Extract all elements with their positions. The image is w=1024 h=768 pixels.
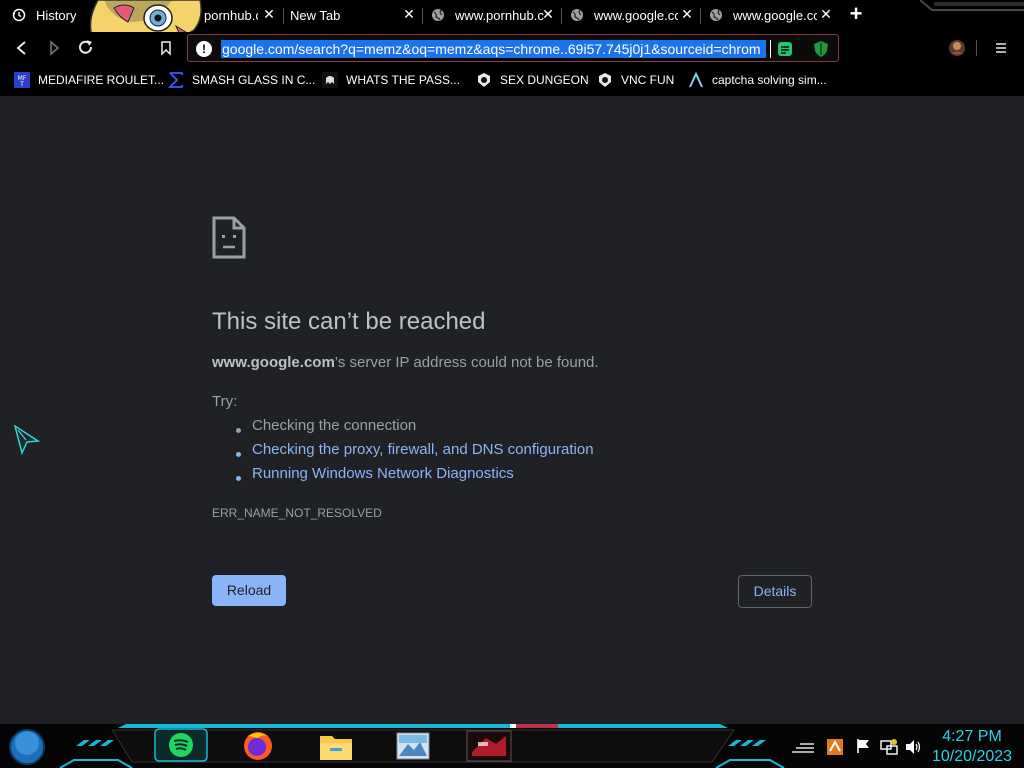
close-tab-icon[interactable]: ✕ (680, 7, 694, 21)
site-info-warning-icon[interactable]: ! (196, 41, 212, 57)
mouse-cursor-icon (14, 425, 40, 455)
suggestion-network-diagnostics-link[interactable]: Running Windows Network Diagnostics (252, 465, 514, 482)
tab-label: pornhub.c (204, 7, 258, 23)
bullet (236, 476, 241, 481)
tab-label: History (36, 7, 77, 23)
forward-button[interactable] (44, 38, 64, 58)
suggestion-proxy-dns-link[interactable]: Checking the proxy, firewall, and DNS co… (252, 441, 594, 458)
reload-button[interactable]: Reload (212, 575, 286, 606)
tab-www-google-1[interactable]: www.google.co ✕ (562, 0, 700, 30)
bookmarks-bar: MF T MEDIAFIRE ROULET... SMASH GLASS IN … (0, 64, 1024, 96)
clock-date[interactable]: 10/20/2023 (920, 748, 1024, 766)
back-button[interactable] (12, 38, 32, 58)
sad-page-icon (212, 216, 246, 259)
error-code: ERR_NAME_NOT_RESOLVED (212, 506, 382, 520)
game-icon[interactable] (466, 730, 512, 762)
sigma-icon (168, 72, 183, 88)
error-description-rest: ’s server IP address could not be found. (334, 354, 599, 371)
bullet (236, 428, 241, 433)
address-bar[interactable]: ! google.com/search?q=memz&oq=memz&aqs=c… (187, 34, 839, 62)
bookmark-label: WHATS THE PASS... (346, 73, 461, 87)
menu-icon[interactable] (994, 40, 1008, 56)
toolbar: ! google.com/search?q=memz&oq=memz&aqs=c… (0, 32, 1024, 64)
shield-extension-icon[interactable] (812, 40, 830, 58)
reload-toolbar-button[interactable] (76, 38, 96, 58)
close-tab-icon[interactable]: ✕ (819, 7, 833, 21)
firefox-icon[interactable] (240, 728, 276, 762)
tab-label: www.pornhub.c (455, 7, 544, 23)
clock-time[interactable]: 4:27 PM (920, 728, 1024, 746)
bookmark-vnc-fun[interactable]: VNC FUN (597, 70, 674, 90)
network-icon[interactable] (880, 738, 898, 756)
action-center-flag-icon[interactable] (856, 738, 872, 754)
error-host: www.google.com (212, 354, 335, 371)
tab-www-pornhub[interactable]: www.pornhub.c ✕ (423, 0, 561, 30)
tab-strip: History pornhub.c ✕ New Tab ✕ www.pornhu… (0, 0, 1024, 60)
close-tab-icon[interactable]: ✕ (402, 7, 416, 21)
notes-extension-icon[interactable] (776, 40, 794, 58)
error-description: www.google.com’s server IP address could… (212, 354, 599, 371)
tab-pornhub[interactable]: pornhub.c ✕ (200, 0, 282, 30)
try-label: Try: (212, 393, 238, 410)
window-caption-frame (920, 0, 1024, 11)
bookmark-captcha-solving[interactable]: captcha solving sim... (688, 70, 827, 90)
bookmark-label: SMASH GLASS IN C... (192, 73, 316, 87)
tab-new-tab[interactable]: New Tab ✕ (284, 0, 422, 30)
close-tab-icon[interactable]: ✕ (541, 7, 555, 21)
lambda-icon (689, 72, 703, 88)
spotify-icon[interactable] (154, 728, 208, 762)
tray-app-icon[interactable] (826, 738, 844, 756)
start-orb-button[interactable] (8, 728, 46, 766)
bullet (236, 452, 241, 457)
photos-icon[interactable] (396, 732, 430, 760)
globe-icon (432, 9, 444, 21)
bookmark-label: captcha solving sim... (712, 73, 827, 87)
details-button[interactable]: Details (738, 575, 812, 608)
tab-label: New Tab (290, 7, 341, 23)
bookmark-star-icon[interactable] (156, 38, 176, 58)
mediafire-icon: MF T (14, 72, 30, 88)
bookmark-label: MEDIAFIRE ROULET... (38, 73, 165, 87)
bookmark-label: SEX DUNGEON (500, 73, 589, 87)
show-hidden-icons-arrow[interactable] (790, 740, 816, 754)
suggestion-check-connection: Checking the connection (252, 417, 417, 434)
history-icon (12, 8, 26, 22)
bookmark-smash-glass[interactable]: SMASH GLASS IN C... (168, 70, 315, 90)
error-page: This site can’t be reached www.google.co… (0, 96, 1024, 724)
globe-icon (710, 9, 722, 21)
error-title: This site can’t be reached (212, 308, 486, 335)
taskbar: 4:27 PM 10/20/2023 (0, 724, 1024, 768)
close-tab-icon[interactable]: ✕ (262, 7, 276, 21)
tab-www-google-2[interactable]: www.google.co ✕ (701, 0, 839, 30)
tab-label: www.google.co (733, 7, 817, 23)
tab-label: www.google.co (594, 7, 678, 23)
bookmark-label: VNC FUN (621, 73, 675, 87)
toolbar-separator (976, 40, 977, 56)
badge-icon (478, 73, 490, 87)
ghost-icon (322, 72, 338, 88)
bookmark-mediafire-roulette[interactable]: MF T MEDIAFIRE ROULET... (14, 70, 164, 90)
new-tab-button[interactable]: + (846, 3, 866, 25)
bookmark-whats-the-pass[interactable]: WHATS THE PASS... (322, 70, 460, 90)
profile-avatar[interactable] (948, 39, 966, 57)
text-cursor (770, 40, 771, 58)
globe-icon (571, 9, 583, 21)
bookmark-sex-dungeon[interactable]: SEX DUNGEON (476, 70, 589, 90)
address-bar-url[interactable]: google.com/search?q=memz&oq=memz&aqs=chr… (221, 40, 766, 58)
badge-icon (599, 73, 611, 87)
file-explorer-icon[interactable] (318, 730, 354, 762)
svg-text:T: T (19, 81, 24, 88)
